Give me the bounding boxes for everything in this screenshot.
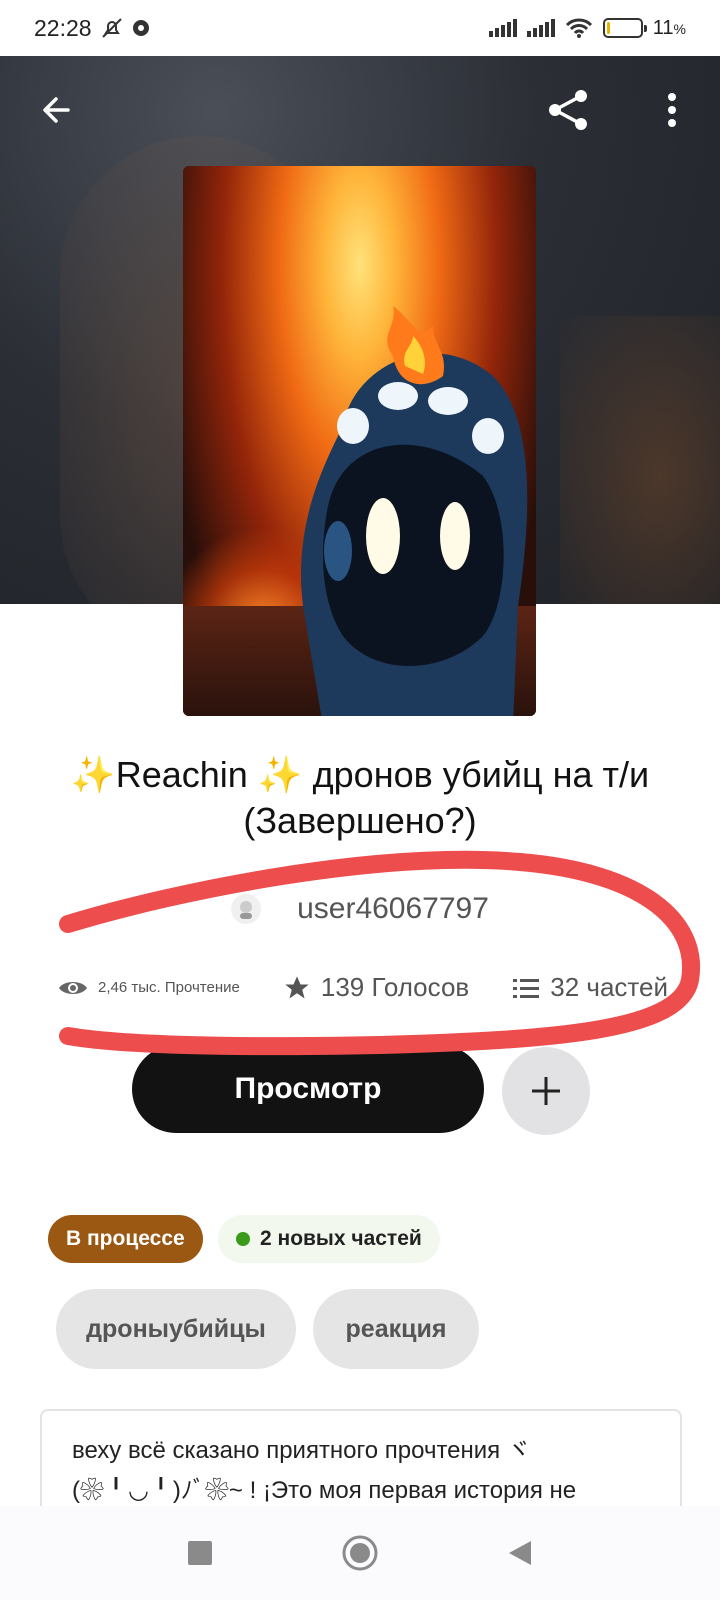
author-name[interactable]: user46067797 (297, 892, 489, 926)
parts-stat: 32 частей (512, 972, 668, 1003)
share-icon (549, 90, 587, 130)
star-icon (285, 975, 309, 998)
add-to-library-button[interactable] (502, 1047, 590, 1135)
view-button[interactable]: Просмотр (132, 1045, 484, 1133)
battery-suffix: % (673, 20, 686, 37)
reads-count: 2,46 тыс. Прочтение (98, 979, 240, 996)
description-line1: веху всё сказано приятного прочтения ヾ (72, 1437, 531, 1464)
status-bar: 22:28 11% (0, 0, 720, 56)
story-title: ✨Reachin ✨ дронов убийц на т/и (Завершен… (20, 752, 700, 844)
avatar-icon (240, 901, 253, 919)
tag-chip[interactable]: реакция (313, 1289, 479, 1369)
story-stats: 2,46 тыс. Прочтение 139 Голосов 32 часте… (58, 972, 668, 1003)
signal-icon (488, 19, 517, 37)
new-indicator-dot (236, 1232, 250, 1246)
battery-icon (602, 18, 647, 38)
description-line2: (❀╹◡╹)ﾉﾞ❀~ ! ¡Это моя первая история не (72, 1477, 577, 1504)
story-title-line1: ✨Reachin ✨ дронов убийц на т/и (70, 754, 650, 795)
back-nav-button[interactable] (500, 1533, 540, 1573)
back-button[interactable] (28, 82, 84, 138)
list-icon (513, 978, 540, 998)
cover-character-illustration (301, 306, 528, 716)
tag-chip[interactable]: дроныубийцы (56, 1289, 296, 1369)
arrow-left-icon (43, 97, 70, 123)
square-icon (188, 1541, 212, 1565)
avatar[interactable] (231, 894, 262, 924)
vpn-icon (132, 20, 149, 36)
home-button[interactable] (340, 1533, 380, 1573)
battery-fill (606, 22, 611, 34)
eye-icon (59, 981, 87, 994)
status-time: 22:28 (34, 14, 92, 41)
new-parts-badge: 2 новых частей (218, 1215, 440, 1263)
home-circle-icon (342, 1535, 378, 1571)
story-description[interactable]: веху всё сказано приятного прочтения ヾ (… (40, 1409, 682, 1519)
share-button[interactable] (540, 82, 596, 138)
author-row[interactable]: user46067797 (0, 892, 720, 926)
votes-stat: 139 Голосов (283, 972, 469, 1003)
battery-percent: 11 (652, 16, 674, 39)
wifi-icon (565, 18, 592, 38)
reads-stat: 2,46 тыс. Прочтение (58, 978, 240, 998)
bell-off-icon (101, 18, 122, 38)
triangle-back-icon (509, 1541, 531, 1565)
story-cover-image[interactable] (183, 166, 536, 716)
signal-icon-2 (526, 19, 555, 37)
votes-count: 139 Голосов (320, 972, 470, 1002)
parts-count: 32 частей (550, 972, 668, 1002)
more-button[interactable] (644, 82, 700, 138)
new-parts-label: 2 новых частей (260, 1227, 422, 1250)
story-title-line2: (Завершено?) (243, 800, 477, 841)
plus-icon (532, 1077, 560, 1105)
red-annotation-scribble (59, 850, 701, 1056)
system-nav-bar (0, 1506, 720, 1600)
recents-button[interactable] (180, 1533, 220, 1573)
more-vertical-icon (668, 93, 676, 127)
status-badge: В процессе (48, 1215, 203, 1263)
